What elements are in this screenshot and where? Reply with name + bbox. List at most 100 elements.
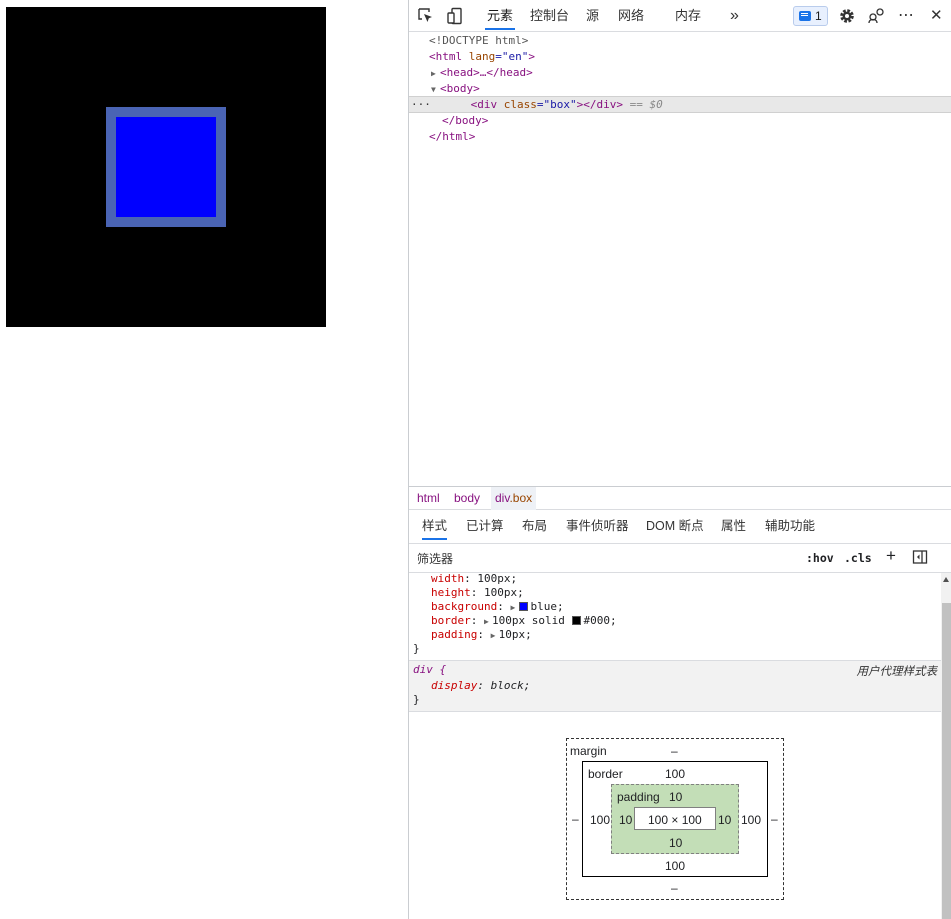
styles-filter-input[interactable] <box>415 548 797 569</box>
issues-icon <box>799 11 811 21</box>
hover-state-button[interactable]: :hov <box>806 549 834 568</box>
tab-accessibility[interactable]: 辅助功能 <box>765 510 815 544</box>
css-prop-value[interactable]: 100px solid <box>492 614 565 627</box>
close-icon[interactable]: ✕ <box>930 0 943 32</box>
css-prop-name[interactable]: background <box>431 600 497 613</box>
expand-shorthand-icon[interactable]: ▶ <box>484 615 492 629</box>
head-tag: <head>…</head> <box>440 66 533 79</box>
padding-label: padding <box>617 790 660 804</box>
expand-triangle-icon[interactable]: ▶ <box>431 66 440 82</box>
dom-node-div-selected[interactable]: ··· <div class="box"></div> == $0 <box>409 96 951 113</box>
customize-icon[interactable] <box>866 6 886 26</box>
dom-tree: <!DOCTYPE html> <html lang="en"> ▶ <head>… <box>409 32 951 486</box>
tab-styles[interactable]: 样式 <box>422 510 448 544</box>
device-toolbar-icon[interactable] <box>445 6 465 26</box>
breadcrumb-div-tag: div <box>495 491 510 505</box>
ua-rule-close-brace: } <box>413 693 420 706</box>
tab-computed[interactable]: 已计算 <box>466 510 504 544</box>
preview-box-content <box>116 117 216 217</box>
breadcrumb-div-box[interactable]: div.box <box>491 487 537 510</box>
css-prop-value[interactable]: blue; <box>530 600 563 613</box>
dom-node-doctype[interactable]: <!DOCTYPE html> <box>409 33 951 49</box>
dom-node-body[interactable]: ▼ <body> <box>409 81 951 97</box>
css-prop-value[interactable]: 100px; <box>484 586 524 599</box>
styles-scrollbar[interactable] <box>941 573 951 919</box>
css-decl-background[interactable]: background: ▶ blue; <box>431 600 564 614</box>
scroll-up-arrow-icon[interactable] <box>943 577 949 582</box>
css-prop-name[interactable]: height <box>431 586 471 599</box>
tab-elements[interactable]: 元素 <box>484 0 516 32</box>
tab-network[interactable]: 网络 <box>618 0 644 32</box>
padding-bottom-value[interactable]: 10 <box>669 836 682 850</box>
margin-right-value[interactable]: – <box>771 812 778 826</box>
border-right-value[interactable]: 100 <box>741 813 761 827</box>
css-prop-name[interactable]: border <box>431 614 471 627</box>
more-options-icon[interactable]: ⋯ <box>898 0 915 32</box>
color-swatch-icon[interactable] <box>572 616 582 625</box>
issues-count: 1 <box>815 9 822 23</box>
css-prop-name: display <box>431 679 478 692</box>
tab-event-listeners[interactable]: 事件侦听器 <box>566 510 629 544</box>
devtools-toolbar: 元素 控制台 源 网络 内存 » 1 ⋯ ✕ <box>409 0 951 32</box>
tab-properties[interactable]: 属性 <box>721 510 746 544</box>
more-tabs-icon[interactable]: » <box>730 0 739 32</box>
tab-layout[interactable]: 布局 <box>522 510 547 544</box>
inspect-element-icon[interactable] <box>416 6 436 26</box>
div-attr-value: "box" <box>543 98 577 111</box>
expand-shorthand-icon[interactable]: ▶ <box>510 601 518 615</box>
toggle-sidebar-icon[interactable] <box>912 549 928 565</box>
padding-left-value[interactable]: 10 <box>619 813 632 827</box>
html-close-tag: </html> <box>429 130 476 143</box>
border-left-value[interactable]: 100 <box>590 813 610 827</box>
tab-console[interactable]: 控制台 <box>530 0 569 32</box>
user-agent-rule: div { 用户代理样式表 display: block; } <box>409 661 941 711</box>
styles-pane: width: 100px; height: 100px; background:… <box>409 573 941 919</box>
breadcrumb-html[interactable]: html <box>413 487 444 510</box>
css-decl-border[interactable]: border: ▶ 100px solid #000; <box>431 614 617 628</box>
padding-top-value[interactable]: 10 <box>669 790 682 804</box>
dom-node-head[interactable]: ▶ <head>…</head> <box>409 65 951 81</box>
devtools-panel: 元素 控制台 源 网络 内存 » 1 ⋯ ✕ <!DOCTYPE html> <… <box>408 0 951 919</box>
expand-shorthand-icon[interactable]: ▶ <box>491 629 499 643</box>
rule-divider <box>409 711 941 712</box>
new-rule-button[interactable]: + <box>886 546 896 565</box>
css-decl-height[interactable]: height: 100px; <box>431 586 524 600</box>
css-prop-value-color[interactable]: #000; <box>583 614 616 627</box>
css-decl-width[interactable]: width: 100px; <box>431 573 517 586</box>
user-agent-stylesheet-label: 用户代理样式表 <box>856 666 938 678</box>
page-preview <box>0 0 408 919</box>
content-size-value[interactable]: 100 × 100 <box>648 813 702 827</box>
dom-node-html-close[interactable]: </html> <box>409 129 951 145</box>
css-prop-name[interactable]: padding <box>431 628 477 641</box>
border-bottom-value[interactable]: 100 <box>665 859 685 873</box>
scrollbar-thumb[interactable] <box>942 603 951 919</box>
padding-right-value[interactable]: 10 <box>718 813 731 827</box>
tab-memory[interactable]: 内存 <box>675 0 701 32</box>
breadcrumb-body[interactable]: body <box>450 487 484 510</box>
breadcrumb-div-class: .box <box>509 491 533 505</box>
css-prop-value: block; <box>490 679 531 692</box>
css-prop-value[interactable]: 100px; <box>477 573 517 585</box>
class-toggle-button[interactable]: .cls <box>844 549 872 568</box>
dom-node-body-close[interactable]: </body> <box>409 113 951 129</box>
margin-left-value[interactable]: – <box>572 812 579 826</box>
issues-button[interactable]: 1 <box>793 6 828 26</box>
preview-box-element[interactable] <box>106 107 226 227</box>
body-tag: <body> <box>440 82 480 95</box>
margin-top-value[interactable]: – <box>671 744 678 758</box>
margin-bottom-value[interactable]: – <box>671 881 678 895</box>
css-decl-padding[interactable]: padding: ▶ 10px; <box>431 628 532 642</box>
div-attr-name: class <box>503 98 537 111</box>
settings-gear-icon[interactable] <box>837 6 857 26</box>
tab-sources[interactable]: 源 <box>586 0 599 32</box>
border-top-value[interactable]: 100 <box>665 767 685 781</box>
tab-dom-breakpoints[interactable]: DOM 断点 <box>646 510 704 544</box>
div-tag: <div <box>470 98 498 111</box>
html-attr-name: lang <box>468 50 496 63</box>
dom-node-html[interactable]: <html lang="en"> <box>409 49 951 65</box>
node-actions-ellipsis[interactable]: ··· <box>411 98 431 111</box>
css-prop-value[interactable]: 10px; <box>499 628 532 641</box>
color-swatch-icon[interactable] <box>519 602 529 611</box>
css-prop-name[interactable]: width <box>431 573 464 585</box>
border-label: border <box>588 767 623 781</box>
